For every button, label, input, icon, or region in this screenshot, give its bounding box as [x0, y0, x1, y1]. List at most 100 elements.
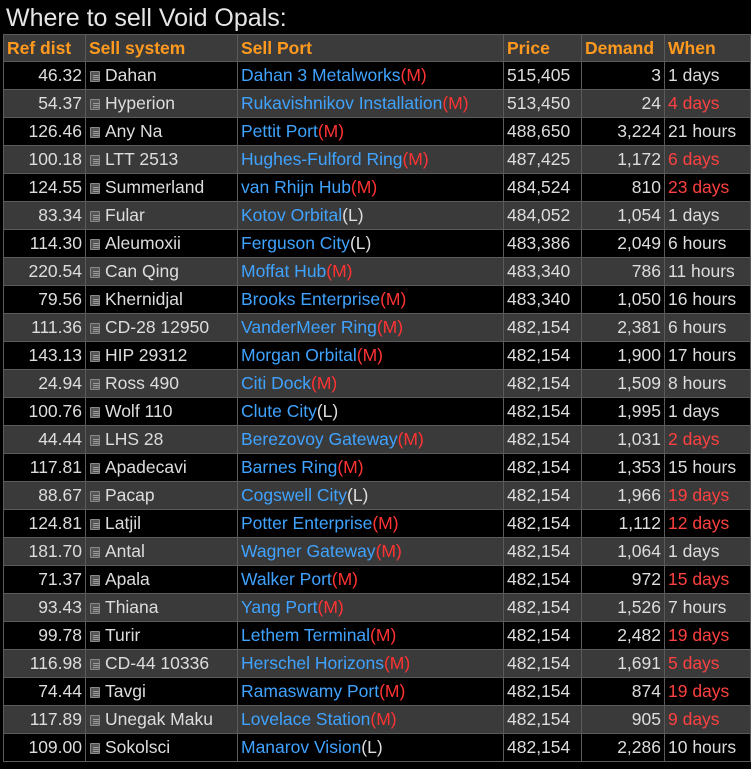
system-name: Turir: [105, 625, 141, 645]
system-info-icon[interactable]: [90, 295, 100, 306]
sell-system-cell: Dahan: [85, 61, 238, 90]
price-cell: 482,154: [503, 677, 582, 706]
system-info-icon[interactable]: [90, 351, 100, 362]
port-link[interactable]: Pettit Port: [241, 121, 318, 141]
system-info-icon[interactable]: [90, 155, 100, 166]
ref-dist-cell: 93.43: [3, 593, 86, 622]
port-link[interactable]: VanderMeer Ring: [241, 317, 377, 337]
port-link[interactable]: Dahan 3 Metalworks: [241, 65, 401, 85]
price-cell: 482,154: [503, 649, 582, 678]
system-info-icon[interactable]: [90, 603, 100, 614]
table-row: 116.98 CD-44 10336 Herschel Horizons(M) 482…: [3, 649, 751, 678]
price-cell: 482,154: [503, 509, 582, 538]
port-link[interactable]: van Rhijn Hub: [241, 177, 351, 197]
pad-size-badge: (M): [311, 373, 338, 393]
demand-cell: 1,031: [581, 425, 665, 454]
column-header-ref-dist[interactable]: Ref dist: [3, 34, 86, 62]
system-info-icon[interactable]: [90, 631, 100, 642]
system-info-icon[interactable]: [90, 575, 100, 586]
port-link[interactable]: Hughes-Fulford Ring: [241, 149, 402, 169]
system-info-icon[interactable]: [90, 435, 100, 446]
port-link[interactable]: Cogswell City: [241, 485, 347, 505]
table-row: 88.67 Pacap Cogswell City(L) 482,154 1,966 19…: [3, 481, 751, 510]
system-info-icon[interactable]: [90, 183, 100, 194]
port-link[interactable]: Ferguson City: [241, 233, 350, 253]
port-link[interactable]: Rukavishnikov Installation: [241, 93, 442, 113]
ref-dist-cell: 114.30: [3, 229, 86, 258]
ref-dist-cell: 46.32: [3, 61, 86, 90]
price-cell: 482,154: [503, 453, 582, 482]
ref-dist-cell: 71.37: [3, 565, 86, 594]
table-row: 143.13 HIP 29312 Morgan Orbital(M) 482,154 1…: [3, 341, 751, 370]
port-link[interactable]: Moffat Hub: [241, 261, 326, 281]
system-info-icon[interactable]: [90, 687, 100, 698]
port-link[interactable]: Lovelace Station: [241, 709, 370, 729]
port-link[interactable]: Lethem Terminal: [241, 625, 370, 645]
price-cell: 482,154: [503, 397, 582, 426]
system-info-icon[interactable]: [90, 743, 100, 754]
system-info-icon[interactable]: [90, 491, 100, 502]
system-info-icon[interactable]: [90, 211, 100, 222]
demand-cell: 1,054: [581, 201, 665, 230]
system-info-icon[interactable]: [90, 71, 100, 82]
port-link[interactable]: Herschel Horizons: [241, 653, 384, 673]
sell-port-cell: Herschel Horizons(M): [237, 649, 504, 678]
demand-cell: 1,691: [581, 649, 665, 678]
system-name: LHS 28: [105, 429, 164, 449]
column-header-price[interactable]: Price: [503, 34, 582, 62]
port-link[interactable]: Walker Port: [241, 569, 332, 589]
table-row: 100.76 Wolf 110 Clute City(L) 482,154 1,995 1…: [3, 397, 751, 426]
port-link[interactable]: Barnes Ring: [241, 457, 337, 477]
port-link[interactable]: Brooks Enterprise: [241, 289, 380, 309]
system-info-icon[interactable]: [90, 99, 100, 110]
table-row: 99.78 Turir Lethem Terminal(M) 482,154 2,482…: [3, 621, 751, 650]
port-link[interactable]: Morgan Orbital: [241, 345, 357, 365]
updated-when-cell: 6 days: [664, 145, 751, 174]
demand-cell: 810: [581, 173, 665, 202]
sell-system-cell: Hyperion: [85, 89, 238, 118]
demand-cell: 1,509: [581, 369, 665, 398]
price-cell: 482,154: [503, 705, 582, 734]
column-header-sell-port[interactable]: Sell Port: [237, 34, 504, 62]
system-info-icon[interactable]: [90, 239, 100, 250]
port-link[interactable]: Ramaswamy Port: [241, 681, 379, 701]
column-header-when[interactable]: When: [664, 34, 751, 62]
updated-when-cell: 7 hours: [664, 593, 751, 622]
table-row: 46.32 Dahan Dahan 3 Metalworks(M) 515,405 3 1…: [3, 61, 751, 90]
port-link[interactable]: Kotov Orbital: [241, 205, 342, 225]
system-info-icon[interactable]: [90, 463, 100, 474]
sell-system-cell: Ross 490: [85, 369, 238, 398]
port-link[interactable]: Clute City: [241, 401, 317, 421]
price-cell: 484,052: [503, 201, 582, 230]
sell-system-cell: Apala: [85, 565, 238, 594]
pad-size-badge: (M): [370, 625, 397, 645]
sell-system-cell: Apadecavi: [85, 453, 238, 482]
table-header-row: Ref dist Sell system Sell Port Price Dem…: [3, 34, 751, 62]
system-info-icon[interactable]: [90, 547, 100, 558]
system-info-icon[interactable]: [90, 407, 100, 418]
column-header-demand[interactable]: Demand: [581, 34, 665, 62]
port-link[interactable]: Wagner Gateway: [241, 541, 376, 561]
system-name: Hyperion: [105, 93, 176, 113]
pad-size-badge: (M): [397, 429, 424, 449]
system-info-icon[interactable]: [90, 379, 100, 390]
sell-system-cell: Pacap: [85, 481, 238, 510]
sell-system-cell: Unegak Maku: [85, 705, 238, 734]
table-row: 93.43 Thiana Yang Port(M) 482,154 1,526 7 hou…: [3, 593, 751, 622]
system-info-icon[interactable]: [90, 715, 100, 726]
port-link[interactable]: Citi Dock: [241, 373, 311, 393]
system-info-icon[interactable]: [90, 659, 100, 670]
price-cell: 482,154: [503, 369, 582, 398]
port-link[interactable]: Yang Port: [241, 597, 318, 617]
port-link[interactable]: Berezovoy Gateway: [241, 429, 398, 449]
demand-cell: 1,172: [581, 145, 665, 174]
system-info-icon[interactable]: [90, 127, 100, 138]
table-row: 79.56 Khernidjal Brooks Enterprise(M) 483,3…: [3, 285, 751, 314]
port-link[interactable]: Potter Enterprise: [241, 513, 372, 533]
port-link[interactable]: Manarov Vision: [241, 737, 361, 757]
system-info-icon[interactable]: [90, 323, 100, 334]
system-info-icon[interactable]: [90, 519, 100, 530]
column-header-sell-system[interactable]: Sell system: [85, 34, 238, 62]
updated-when-cell: 10 hours: [664, 733, 751, 762]
system-info-icon[interactable]: [90, 267, 100, 278]
